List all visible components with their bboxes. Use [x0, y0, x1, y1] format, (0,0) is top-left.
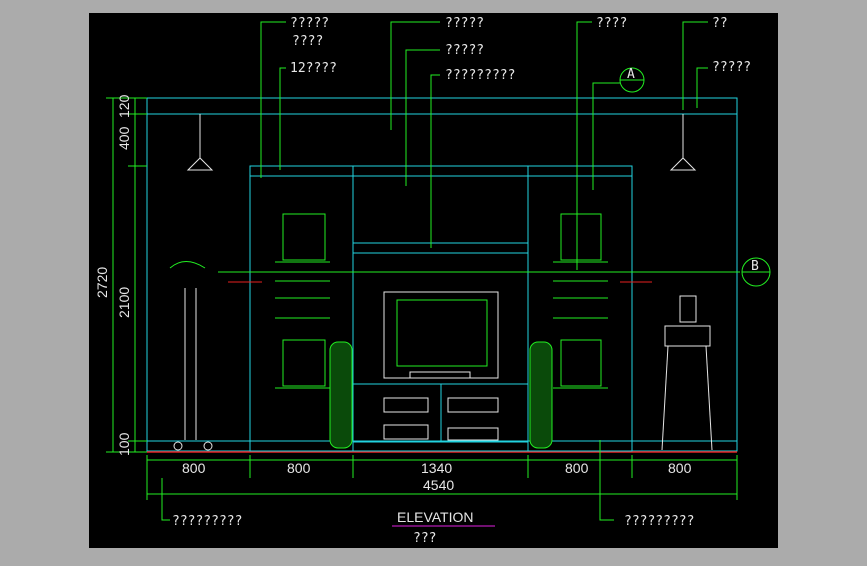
- dim-total: 4540: [423, 477, 454, 493]
- dim-vertical-2720: 2720: [94, 267, 110, 298]
- elevation-drawing: A B ????? ???? 12???? ????? ????? ??????…: [89, 13, 778, 548]
- dim-segment-4: 800: [565, 460, 589, 476]
- dim-segment-1: 800: [182, 460, 206, 476]
- dim-vertical-400: 400: [116, 126, 132, 150]
- dim-segment-2: 800: [287, 460, 311, 476]
- left-speaker: [329, 341, 353, 449]
- dim-segment-3: 1340: [421, 460, 452, 476]
- cad-viewport: A B ????? ???? 12???? ????? ????? ??????…: [0, 0, 867, 562]
- drawing-subtitle: ???: [413, 531, 436, 546]
- callout-top-left-1: ?????: [290, 16, 329, 31]
- dim-vertical-120: 120: [116, 94, 132, 118]
- callout-left-12: 12????: [290, 61, 337, 76]
- callout-center-3: ?????????: [445, 68, 515, 83]
- callout-bottom-right: ?????????: [624, 514, 694, 529]
- dim-vertical-2100: 2100: [116, 287, 132, 318]
- section-marker-b-label: B: [751, 259, 759, 274]
- callout-center-1: ?????: [445, 16, 484, 31]
- dim-segment-5: 800: [668, 460, 692, 476]
- callout-right-1: ????: [596, 16, 627, 31]
- callout-top-left-2: ????: [292, 34, 323, 49]
- callout-bottom-left: ?????????: [172, 514, 242, 529]
- callout-center-2: ?????: [445, 43, 484, 58]
- section-marker-a-label: A: [627, 67, 635, 82]
- right-speaker: [529, 341, 553, 449]
- drawing-title: ELEVATION: [397, 509, 474, 525]
- callout-right-2: ??: [712, 16, 728, 31]
- callout-right-3: ?????: [712, 60, 751, 75]
- dim-vertical-100: 100: [116, 432, 132, 456]
